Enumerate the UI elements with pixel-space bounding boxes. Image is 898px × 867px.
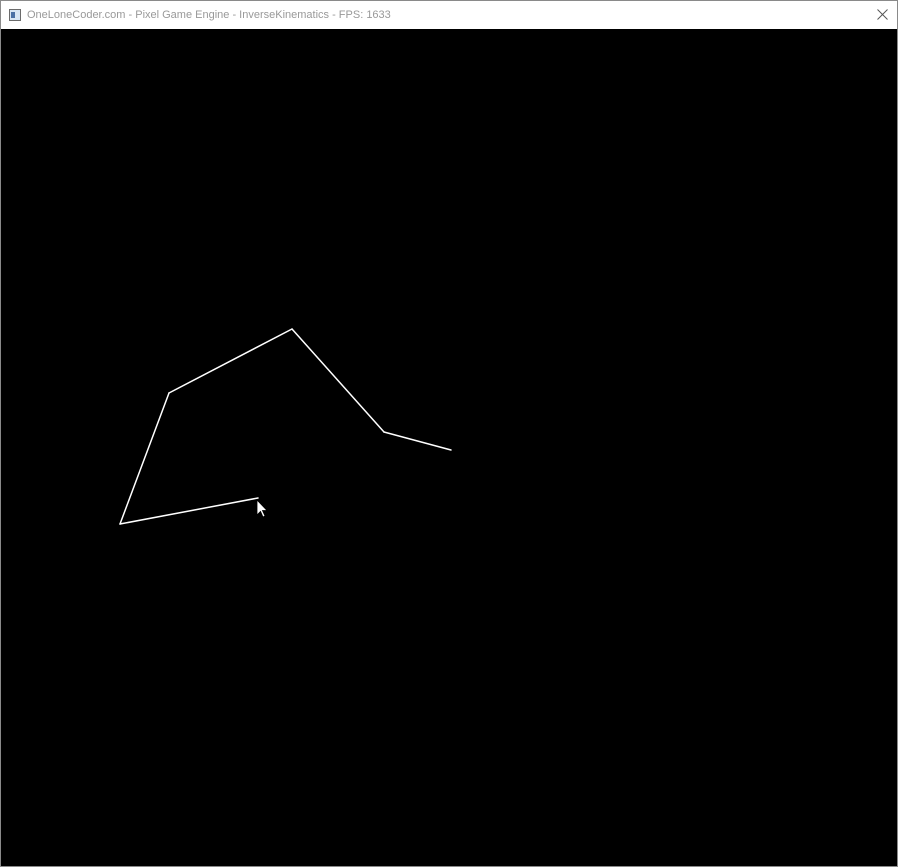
close-button[interactable] xyxy=(869,1,897,29)
mouse-pointer-icon xyxy=(256,499,268,518)
arm-segment xyxy=(168,328,293,394)
app-window: OneLoneCoder.com - Pixel Game Engine - I… xyxy=(0,0,898,867)
arm-segment xyxy=(119,497,259,525)
arm-segment xyxy=(383,431,452,451)
scene-svg xyxy=(119,328,452,525)
arm-segment xyxy=(119,392,170,525)
title-bar[interactable]: OneLoneCoder.com - Pixel Game Engine - I… xyxy=(1,1,897,29)
ik-arm xyxy=(119,328,452,525)
close-icon xyxy=(877,9,888,20)
arm-segment xyxy=(291,328,385,433)
app-window-icon[interactable] xyxy=(9,9,21,21)
window-title: OneLoneCoder.com - Pixel Game Engine - I… xyxy=(27,9,391,21)
game-canvas[interactable] xyxy=(1,29,897,866)
